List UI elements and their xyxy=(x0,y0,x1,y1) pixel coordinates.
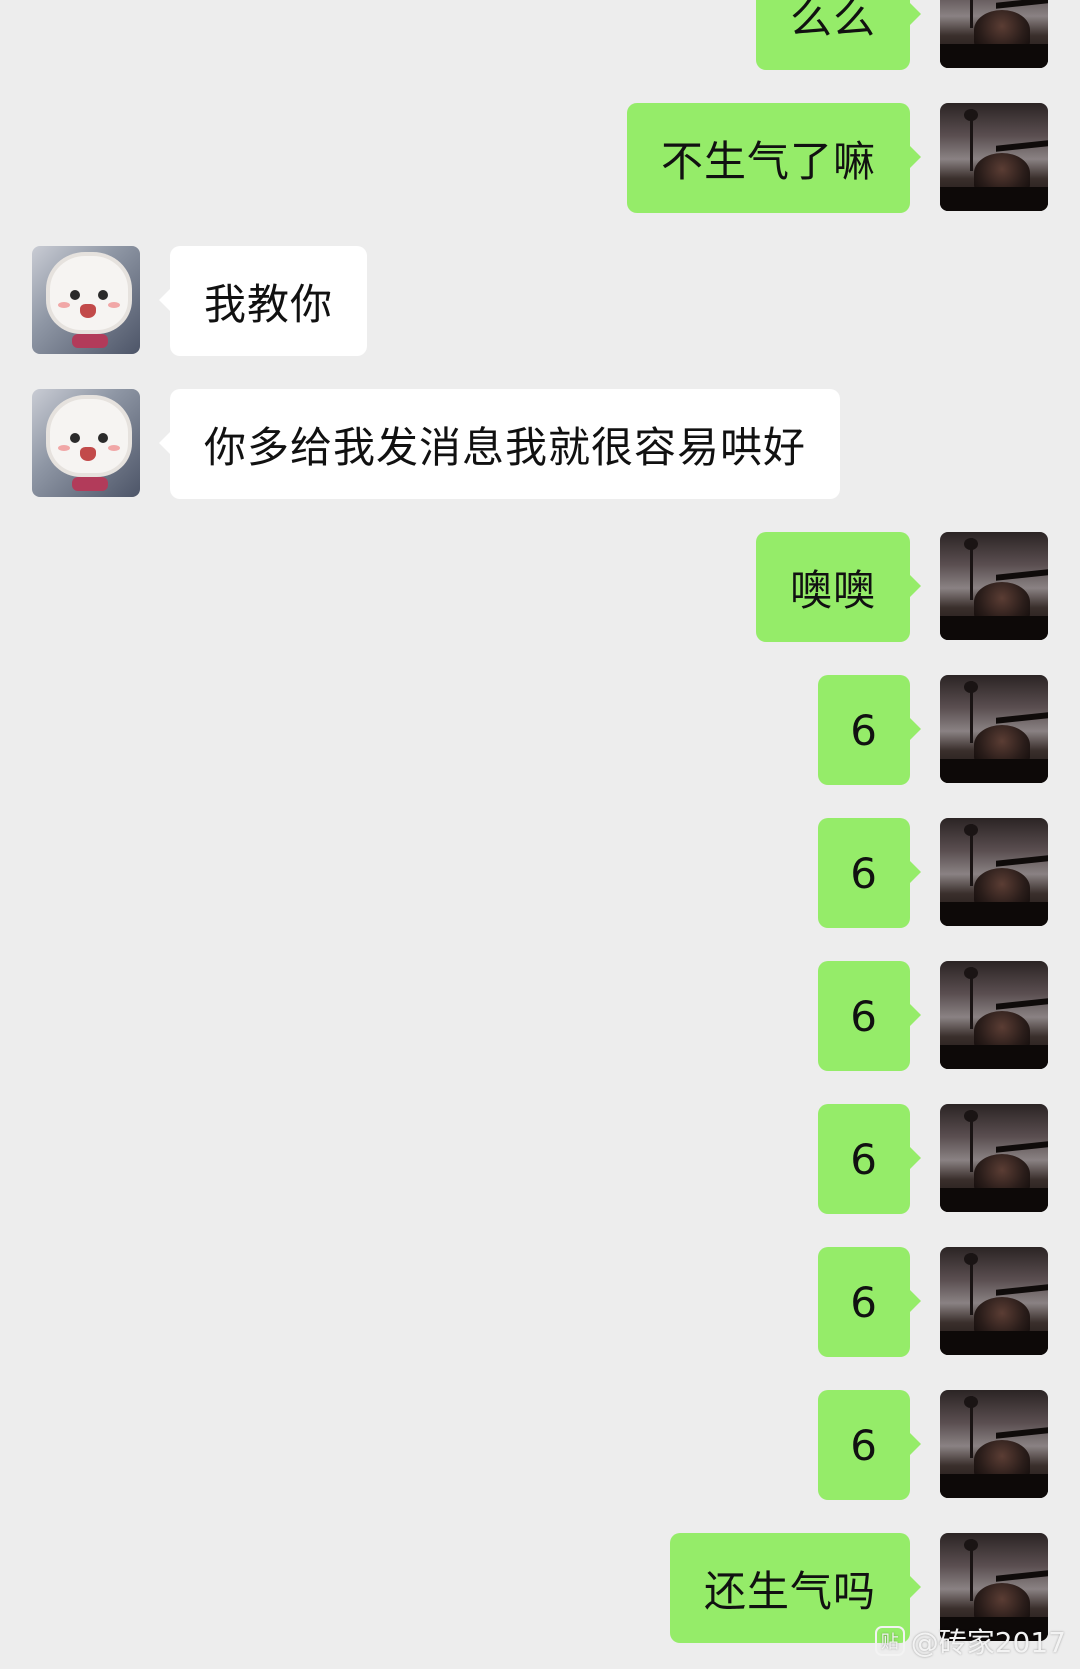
message-outgoing: 6 xyxy=(0,961,1080,1071)
message-bubble[interactable]: 6 xyxy=(818,675,921,785)
message-bubble[interactable]: 我教你 xyxy=(159,246,368,356)
message-text: 不生气了嘛 xyxy=(660,136,876,186)
message-text: 6 xyxy=(850,1134,878,1184)
message-outgoing: 么么 xyxy=(0,0,1080,70)
bubble-tail xyxy=(909,574,921,598)
self-avatar[interactable] xyxy=(940,1390,1048,1498)
message-bubble[interactable]: 6 xyxy=(818,961,921,1071)
message-bubble[interactable]: 6 xyxy=(818,1247,921,1357)
bubble-tail xyxy=(909,1003,921,1027)
self-avatar[interactable] xyxy=(940,103,1048,211)
bubble-tail xyxy=(909,1289,921,1313)
bubble-tail xyxy=(909,717,921,741)
bubble-tail xyxy=(909,2,921,26)
message-outgoing: 6 xyxy=(0,675,1080,785)
chat-message-list[interactable]: 么么 不生气了嘛 我教你 你多给我发消息我就很容易哄好 噢噢 6 6 6 6 6… xyxy=(0,0,1080,1669)
message-text: 6 xyxy=(850,1277,878,1327)
message-text: 还生气吗 xyxy=(703,1566,876,1616)
message-bubble[interactable]: 噢噢 xyxy=(755,532,921,642)
self-avatar[interactable] xyxy=(940,961,1048,1069)
bubble-tail xyxy=(909,1575,921,1599)
message-bubble[interactable]: 么么 xyxy=(755,0,921,70)
message-text: 我教你 xyxy=(204,279,334,329)
message-bubble[interactable]: 6 xyxy=(818,1104,921,1214)
message-text: 6 xyxy=(850,991,878,1041)
message-outgoing: 6 xyxy=(0,1390,1080,1500)
message-text: 6 xyxy=(850,1420,878,1470)
message-text: 6 xyxy=(850,705,878,755)
contact-avatar[interactable] xyxy=(32,389,140,497)
contact-avatar[interactable] xyxy=(32,246,140,354)
watermark: 贴 @砖家2017 xyxy=(874,1621,1066,1661)
message-text: 噢噢 xyxy=(789,565,876,615)
bubble-tail xyxy=(909,1432,921,1456)
watermark-text: @砖家2017 xyxy=(910,1626,1066,1659)
message-text: 你多给我发消息我就很容易哄好 xyxy=(204,422,807,472)
message-text: 6 xyxy=(850,848,878,898)
bubble-tail xyxy=(159,431,171,455)
bubble-tail xyxy=(159,288,171,312)
self-avatar[interactable] xyxy=(940,1247,1048,1355)
self-avatar[interactable] xyxy=(940,818,1048,926)
bubble-tail xyxy=(909,1146,921,1170)
message-outgoing: 不生气了嘛 xyxy=(0,103,1080,213)
bubble-tail xyxy=(909,860,921,884)
self-avatar[interactable] xyxy=(940,532,1048,640)
self-avatar[interactable] xyxy=(940,675,1048,783)
self-avatar[interactable] xyxy=(940,1104,1048,1212)
message-bubble[interactable]: 6 xyxy=(818,1390,921,1500)
message-bubble[interactable]: 6 xyxy=(818,818,921,928)
message-outgoing: 6 xyxy=(0,818,1080,928)
bubble-tail xyxy=(909,145,921,169)
message-bubble[interactable]: 你多给我发消息我就很容易哄好 xyxy=(159,389,841,499)
message-outgoing: 6 xyxy=(0,1247,1080,1357)
message-incoming: 你多给我发消息我就很容易哄好 xyxy=(0,389,1080,499)
tieba-icon: 贴 xyxy=(874,1626,905,1656)
message-incoming: 我教你 xyxy=(0,246,1080,356)
message-outgoing: 6 xyxy=(0,1104,1080,1214)
message-text: 么么 xyxy=(789,0,876,43)
self-avatar[interactable] xyxy=(940,0,1048,68)
message-outgoing: 噢噢 xyxy=(0,532,1080,642)
message-bubble[interactable]: 不生气了嘛 xyxy=(626,103,921,213)
